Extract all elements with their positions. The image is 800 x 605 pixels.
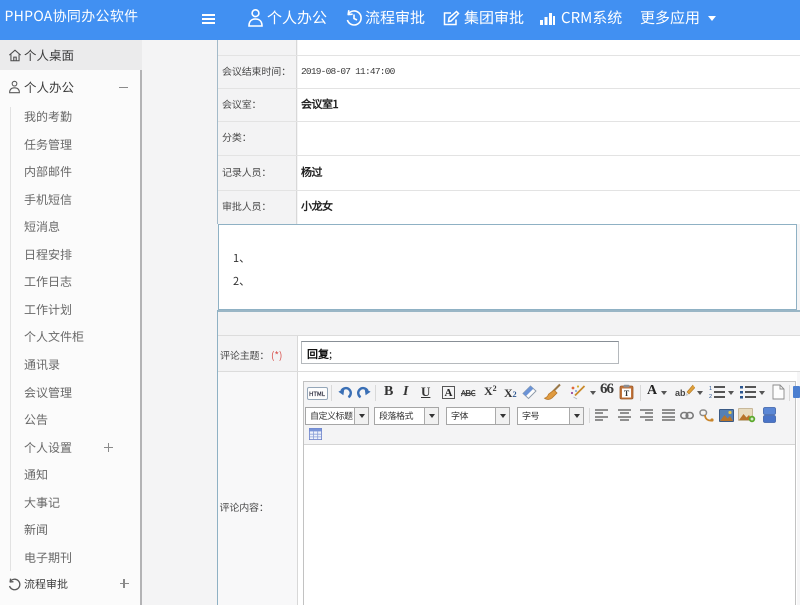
svg-text:ab: ab [675,388,686,398]
svg-text:1: 1 [709,386,712,392]
svg-text:T: T [624,389,630,398]
svg-text:2: 2 [709,394,712,399]
